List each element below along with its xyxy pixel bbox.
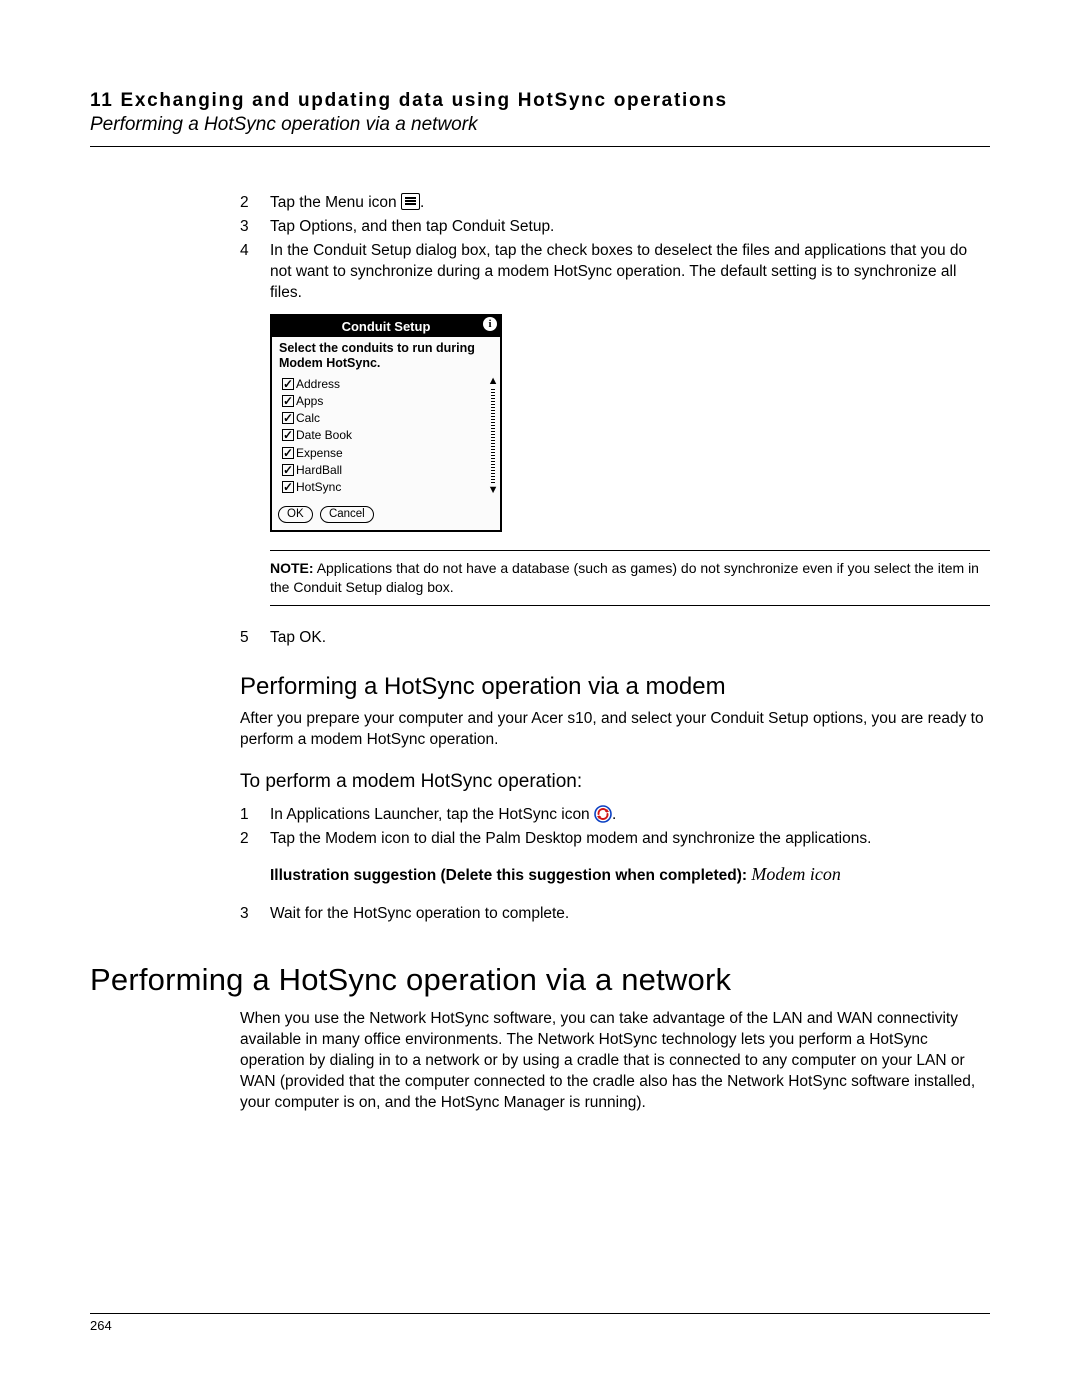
scrollbar: ▲ ▼: [490, 376, 496, 496]
subsection-intro: After you prepare your computer and your…: [240, 709, 990, 751]
step-number: 1: [240, 805, 270, 826]
checkbox-icon: [282, 447, 294, 459]
step-text: Tap the Modem icon to dial the Palm Desk…: [270, 829, 990, 850]
step-number: 2: [240, 193, 270, 214]
chapter-title: 11 Exchanging and updating data using Ho…: [90, 90, 990, 112]
list-item: HotSync: [282, 479, 494, 495]
checkbox-icon: [282, 412, 294, 424]
conduit-list: Address Apps Calc Date Book Expense Hard…: [272, 376, 500, 500]
checkbox-icon: [282, 481, 294, 493]
step-text: Tap OK.: [270, 628, 990, 649]
note-label: NOTE:: [270, 560, 314, 576]
section-title: Performing a HotSync operation via a net…: [90, 114, 990, 136]
step-text: In Applications Launcher, tap the HotSyn…: [270, 805, 990, 826]
hotsync-icon: [594, 806, 612, 823]
ok-button: OK: [278, 506, 313, 523]
step-list-b: 5 Tap OK.: [240, 628, 990, 649]
page-footer: 264: [90, 1313, 990, 1333]
step-number: 3: [240, 904, 270, 925]
menu-icon: [401, 193, 420, 210]
step-number: 5: [240, 628, 270, 649]
step-text: In the Conduit Setup dialog box, tap the…: [270, 241, 990, 304]
note-block: NOTE: Applications that do not have a da…: [270, 550, 990, 606]
list-item: HardBall: [282, 462, 494, 478]
list-item: Expense: [282, 445, 494, 461]
page-number: 264: [90, 1318, 990, 1333]
modem-steps: 1 In Applications Launcher, tap the HotS…: [240, 805, 990, 850]
step-number: 4: [240, 241, 270, 304]
list-item: Calc: [282, 410, 494, 426]
modem-steps-2: 3 Wait for the HotSync operation to comp…: [240, 904, 990, 925]
checkbox-icon: [282, 464, 294, 476]
list-item: Date Book: [282, 427, 494, 443]
header-rule: [90, 146, 990, 147]
section-body: When you use the Network HotSync softwar…: [240, 1009, 990, 1114]
step-number: 3: [240, 217, 270, 238]
dialog-title: Conduit Setup: [342, 319, 431, 334]
subsection-heading: Performing a HotSync operation via a mod…: [240, 671, 990, 703]
checkbox-icon: [282, 429, 294, 441]
step-text: Wait for the HotSync operation to comple…: [270, 904, 990, 925]
step-text: Tap Options, and then tap Conduit Setup.: [270, 217, 990, 238]
document-page: 11 Exchanging and updating data using Ho…: [0, 0, 1080, 1397]
dialog-title-bar: Conduit Setup i: [272, 316, 500, 338]
list-item: Address: [282, 376, 494, 392]
step-text: Tap the Menu icon .: [270, 193, 990, 214]
checkbox-icon: [282, 378, 294, 390]
scroll-down-icon: ▼: [488, 485, 499, 496]
step-number: 2: [240, 829, 270, 850]
checkbox-icon: [282, 395, 294, 407]
step-list-a: 2 Tap the Menu icon . 3 Tap Options, and…: [240, 193, 990, 304]
info-icon: i: [483, 317, 497, 331]
conduit-setup-dialog: Conduit Setup i Select the conduits to r…: [270, 314, 502, 533]
subsubsection-heading: To perform a modem HotSync operation:: [240, 769, 990, 795]
cancel-button: Cancel: [320, 506, 374, 523]
note-text: Applications that do not have a database…: [270, 560, 979, 595]
footer-rule: [90, 1313, 990, 1314]
dialog-subtitle: Select the conduits to run during Modem …: [272, 337, 500, 376]
illustration-note: Illustration suggestion (Delete this sug…: [270, 862, 990, 887]
list-item: Apps: [282, 393, 494, 409]
scroll-up-icon: ▲: [488, 376, 499, 387]
section-heading: Performing a HotSync operation via a net…: [90, 959, 990, 1001]
